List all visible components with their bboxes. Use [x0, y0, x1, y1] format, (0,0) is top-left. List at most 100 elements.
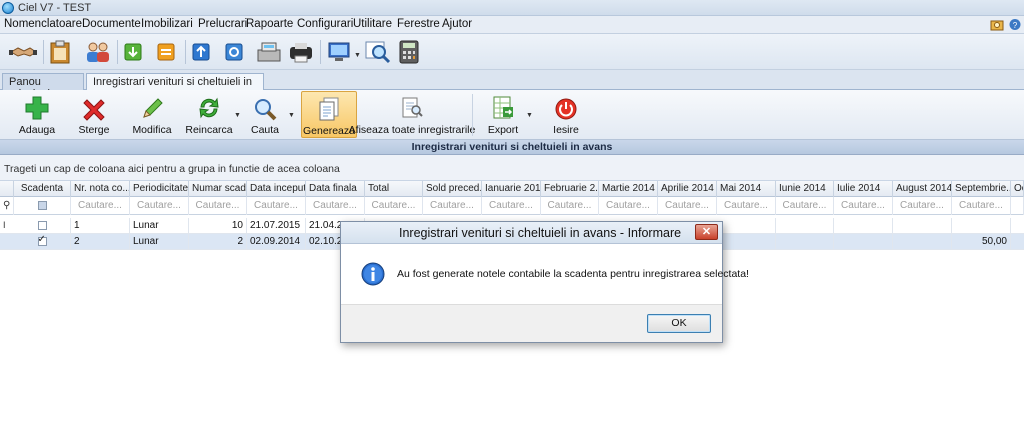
refresh-blue-icon[interactable] [222, 40, 246, 64]
column-header[interactable]: August 2014 [893, 181, 952, 197]
column-header[interactable]: Iulie 2014 [834, 181, 893, 197]
filter-input[interactable]: Cautare... [130, 197, 189, 215]
filter-input[interactable]: Cautare... [247, 197, 306, 215]
title-bar: Ciel V7 - TEST [0, 0, 1024, 16]
delete-button-label: Sterge [78, 124, 110, 136]
users-icon[interactable] [83, 40, 113, 64]
edit-button-label: Modifica [132, 124, 172, 136]
dialog-title-bar[interactable]: Inregistrari venituri si cheltuieli in a… [341, 222, 722, 244]
filter-checkbox[interactable] [14, 197, 71, 215]
printer-dark-icon[interactable] [287, 40, 315, 64]
reload-dropdown-icon[interactable]: ▼ [234, 112, 241, 119]
dialog-close-button[interactable]: ✕ [695, 224, 718, 240]
menu-documente[interactable]: Documente [82, 18, 141, 30]
column-header[interactable]: Nr. nota co... [71, 181, 130, 197]
column-header[interactable]: Aprilie 2014 [658, 181, 717, 197]
ok-button[interactable]: OK [647, 314, 711, 333]
column-header[interactable]: Numar scad... [189, 181, 247, 197]
dialog-title: Inregistrari venituri si cheltuieli in a… [399, 226, 682, 240]
filter-input[interactable]: Cautare... [482, 197, 541, 215]
filter-input[interactable]: Cautare... [541, 197, 599, 215]
menu-prelucrari[interactable]: Prelucrari [198, 18, 247, 30]
upload-icon[interactable] [189, 40, 213, 64]
column-header[interactable]: Iunie 2014 [776, 181, 834, 197]
export-dropdown-icon[interactable]: ▼ [526, 112, 533, 119]
export-button[interactable]: Export [483, 91, 523, 138]
search-dropdown-icon[interactable]: ▼ [288, 112, 295, 119]
nr-nota-cell: 1 [71, 218, 130, 234]
filter-input[interactable]: Cautare... [717, 197, 776, 215]
menu-nomenclatoare[interactable]: Nomenclatoare [4, 18, 82, 30]
iunie-cell [776, 218, 834, 234]
document-search-icon [400, 91, 424, 121]
menu-ajutor[interactable]: Ajutor [442, 18, 472, 30]
data-inceput-cell: 21.07.2015 [247, 218, 306, 234]
reload-button[interactable]: Reincarca [185, 91, 233, 138]
column-header[interactable]: Ianuarie 2014 [482, 181, 541, 197]
column-header[interactable]: Septembrie... [952, 181, 1011, 197]
menu-imobilizari[interactable]: Imobilizari [141, 18, 193, 30]
column-header[interactable]: Periodicitate [130, 181, 189, 197]
menu-rapoarte[interactable]: Rapoarte [246, 18, 293, 30]
dialog-footer: OK [341, 304, 722, 342]
menu-configurari[interactable]: Configurari [297, 18, 353, 30]
export-orange-icon[interactable] [154, 40, 178, 64]
mai-cell [723, 218, 776, 234]
filter-input[interactable]: Cautare... [834, 197, 893, 215]
filter-input[interactable]: Cautare... [365, 197, 423, 215]
numar-scadente-cell: 10 [189, 218, 247, 234]
menu-ferestre[interactable]: Ferestre [397, 18, 440, 30]
group-by-panel[interactable]: Trageti un cap de coloana aici pentru a … [0, 155, 1024, 181]
column-header[interactable]: Data finala [306, 181, 365, 197]
scadenta-checkbox[interactable] [14, 234, 71, 250]
menu-utilitare[interactable]: Utilitare [353, 18, 392, 30]
filter-input[interactable]: Cautare... [952, 197, 1011, 215]
filter-input[interactable]: Cautare... [423, 197, 482, 215]
column-header[interactable]: Mai 2014 [717, 181, 776, 197]
filter-input[interactable]: Cautare... [189, 197, 247, 215]
settings-icon[interactable] [990, 18, 1004, 31]
generate-document-icon [318, 92, 340, 122]
calculator-icon[interactable] [397, 40, 421, 64]
filter-input[interactable]: Cautare... [599, 197, 658, 215]
delete-button[interactable]: Sterge [73, 91, 115, 138]
column-header[interactable]: Scadenta [14, 181, 71, 197]
column-header[interactable]: Total [365, 181, 423, 197]
column-header[interactable]: Martie 2014 [599, 181, 658, 197]
scadenta-checkbox[interactable] [14, 218, 71, 234]
import-icon[interactable] [121, 40, 145, 64]
column-header[interactable]: Februarie 2... [541, 181, 599, 197]
exit-button-label: Iesire [553, 124, 579, 136]
add-button[interactable]: Adauga [16, 91, 58, 138]
filter-input[interactable]: Cautare... [776, 197, 834, 215]
exit-button[interactable]: Iesire [546, 91, 586, 138]
filter-row: ⚲ Cautare... Cautare... Cautare... Cauta… [0, 197, 1024, 215]
filter-input[interactable]: Cautare... [71, 197, 130, 215]
monitor-icon[interactable] [326, 40, 352, 64]
group-by-hint: Trageti un cap de coloana aici pentru a … [4, 163, 340, 175]
column-header[interactable]: Data inceput [247, 181, 306, 197]
filter-input[interactable] [1011, 197, 1024, 215]
handshake-icon[interactable] [8, 40, 38, 64]
cash-register-icon[interactable] [255, 40, 283, 64]
plus-icon [24, 91, 50, 121]
tab-panou-principal[interactable]: Panou principal [2, 73, 84, 100]
filter-input[interactable]: Cautare... [306, 197, 365, 215]
column-header[interactable]: Sold preced... [423, 181, 482, 197]
filter-input[interactable]: Cautare... [658, 197, 717, 215]
toolbar-separator [117, 40, 118, 64]
tab-inregistrari-avans[interactable]: Inregistrari venituri si cheltuieli in a… [86, 73, 264, 102]
search-button[interactable]: Cauta [246, 91, 284, 138]
monitor-dropdown-icon[interactable]: ▼ [354, 52, 361, 59]
show-all-records-button[interactable]: Afiseaza toate inregistrarile [349, 91, 475, 138]
filter-input[interactable]: Cautare... [893, 197, 952, 215]
column-header[interactable]: Oc [1011, 181, 1024, 197]
help-icon[interactable]: ? [1008, 18, 1022, 31]
zoom-search-icon[interactable] [364, 40, 392, 64]
periodicitate-cell: Lunar [130, 234, 189, 250]
reload-button-label: Reincarca [185, 124, 233, 136]
search-button-label: Cauta [250, 124, 280, 136]
clipboard-icon[interactable] [48, 40, 72, 64]
quick-toolbar: ▼ [0, 34, 1024, 70]
edit-button[interactable]: Modifica [129, 91, 175, 138]
